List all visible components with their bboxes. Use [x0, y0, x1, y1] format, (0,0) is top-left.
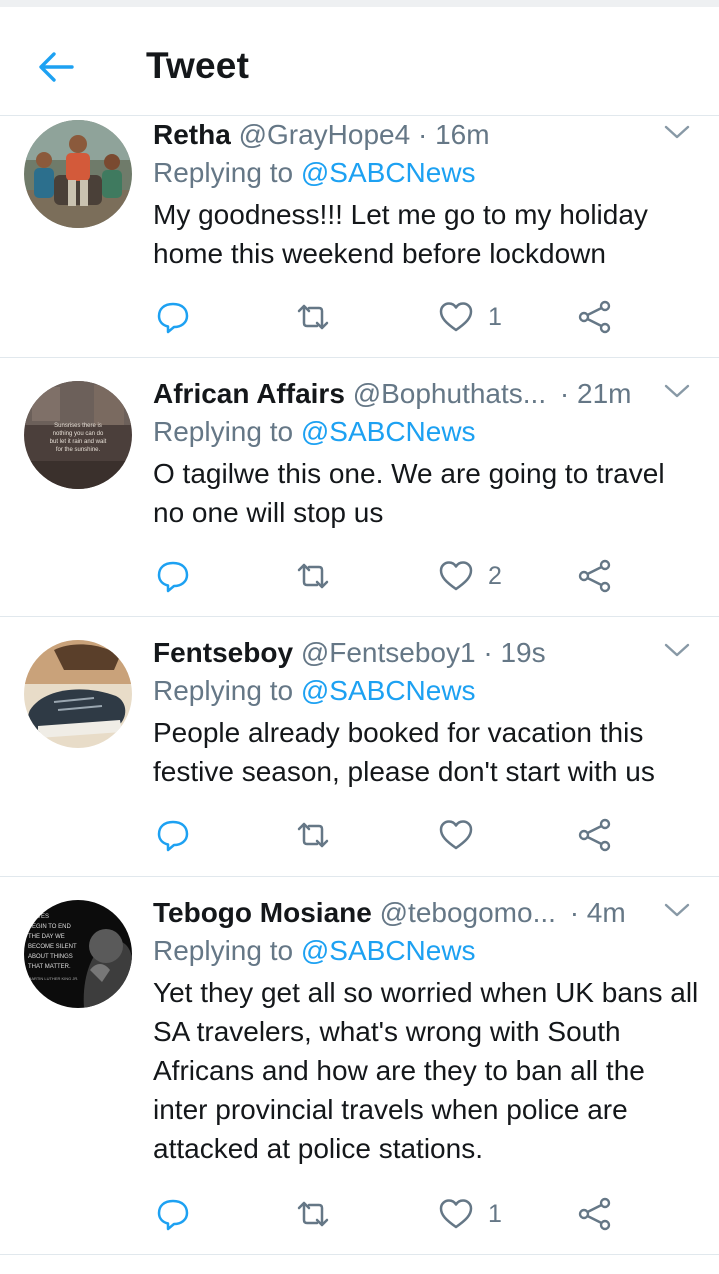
reply-icon: [157, 820, 189, 852]
reply-button[interactable]: [155, 556, 191, 596]
like-button[interactable]: [438, 815, 488, 855]
reply-button[interactable]: [155, 1194, 191, 1234]
tweet-text: O tagilwe this one. We are going to trav…: [153, 458, 665, 528]
avatar-quote-line: LIVES: [32, 914, 49, 920]
share-button[interactable]: [577, 815, 613, 855]
share-icon: [578, 1197, 611, 1231]
display-name[interactable]: Tebogo Mosiane: [153, 897, 372, 928]
mention-link[interactable]: @SABCNews: [301, 416, 476, 447]
share-button[interactable]: [577, 556, 613, 596]
timestamp: · 16m: [417, 119, 490, 150]
tweet-item[interactable]: LIVES BEGIN TO END THE DAY WE BECOME SIL…: [0, 876, 719, 1255]
display-name[interactable]: Retha: [153, 119, 231, 150]
mention-link[interactable]: @SABCNews: [301, 935, 476, 966]
tweet-item[interactable]: Retha @GrayHope4 · 16m Replying to @SABC…: [0, 116, 719, 358]
avatar-quote-line: BEGIN TO END: [28, 924, 71, 930]
tweet-text: Yet they get all so worried when UK bans…: [153, 977, 699, 1164]
replying-to: Replying to @SABCNews: [153, 413, 699, 451]
avatar-quote-line: BECOME SILENT: [28, 944, 77, 950]
avatar-quote-line: THAT MATTER.: [28, 964, 71, 970]
retweet-button[interactable]: [295, 556, 331, 596]
like-button[interactable]: 2: [438, 556, 502, 596]
avatar-quote-line: THE DAY WE: [28, 934, 65, 940]
avatar-quote-line: ABOUT THINGS: [28, 954, 73, 960]
avatar[interactable]: LIVES BEGIN TO END THE DAY WE BECOME SIL…: [24, 900, 132, 1008]
mention-link[interactable]: @SABCNews: [301, 675, 476, 706]
like-count: 1: [488, 1199, 502, 1228]
reply-button[interactable]: [155, 815, 191, 855]
avatar-quote-line: nothing you can do: [53, 431, 104, 437]
like-count: 2: [488, 561, 502, 590]
share-icon: [578, 818, 611, 852]
retweet-icon: [297, 304, 329, 330]
avatar-quote-line: but let it rain and wait: [50, 439, 107, 445]
tweet-actions: 1: [155, 1194, 625, 1234]
retweet-button[interactable]: [295, 297, 331, 337]
heart-icon: [439, 561, 473, 591]
chevron-down-icon[interactable]: [663, 900, 691, 920]
user-handle[interactable]: @Bophuthats...: [353, 378, 546, 409]
share-button[interactable]: [577, 1194, 613, 1234]
reply-icon: [157, 302, 189, 334]
retweet-icon: [297, 822, 329, 848]
avatar[interactable]: Sunsrises there is nothing you can do bu…: [24, 381, 132, 489]
tweet-header: Tebogo Mosiane @tebogomo... · 4m: [153, 894, 699, 932]
chevron-down-icon[interactable]: [663, 640, 691, 660]
chevron-down-icon[interactable]: [663, 381, 691, 401]
retweet-button[interactable]: [295, 1194, 331, 1234]
display-name[interactable]: African Affairs: [153, 378, 345, 409]
replying-to: Replying to @SABCNews: [153, 154, 699, 192]
share-button[interactable]: [577, 297, 613, 337]
avatar[interactable]: [24, 120, 132, 228]
like-button[interactable]: 1: [438, 1194, 502, 1234]
tweet-text: People already booked for vacation this …: [153, 717, 655, 787]
user-handle[interactable]: @GrayHope4: [239, 119, 411, 150]
reply-icon: [157, 561, 189, 593]
retweet-icon: [297, 1201, 329, 1227]
like-count: 1: [488, 302, 502, 331]
replying-to: Replying to @SABCNews: [153, 672, 699, 710]
replying-to-label: Replying to: [153, 675, 294, 706]
replying-to-label: Replying to: [153, 157, 294, 188]
like-button[interactable]: 1: [438, 297, 502, 337]
share-icon: [578, 559, 611, 593]
reply-icon: [157, 1199, 189, 1231]
tweet-header: Fentseboy @Fentseboy1 · 19s: [153, 634, 699, 672]
tweet-actions: 1: [155, 297, 625, 337]
avatar-quote-line: MARTIN LUTHER KING JR.: [28, 976, 78, 981]
tweet-text: My goodness!!! Let me go to my holiday h…: [153, 199, 648, 269]
tweet-item[interactable]: Fentseboy @Fentseboy1 · 19s Replying to …: [0, 616, 719, 877]
back-arrow-icon: [39, 52, 74, 82]
heart-icon: [439, 302, 473, 332]
top-app-bar: Tweet: [0, 7, 719, 116]
share-icon: [578, 300, 611, 334]
status-bar: [0, 0, 719, 7]
tweet-item[interactable]: Sunsrises there is nothing you can do bu…: [0, 357, 719, 617]
avatar-quote-line: for the sunshine.: [56, 447, 101, 453]
timestamp: · 4m: [569, 897, 626, 928]
chevron-down-icon[interactable]: [663, 122, 691, 142]
retweet-icon: [297, 563, 329, 589]
avatar[interactable]: [24, 640, 132, 748]
avatar-quote-line: Sunsrises there is: [54, 423, 102, 429]
tweet-actions: 2: [155, 556, 625, 596]
mention-link[interactable]: @SABCNews: [301, 157, 476, 188]
heart-icon: [439, 820, 473, 850]
timestamp: · 21m: [559, 378, 632, 409]
replying-to-label: Replying to: [153, 935, 294, 966]
user-handle[interactable]: @Fentseboy1: [301, 637, 476, 668]
timestamp: · 19s: [483, 637, 546, 668]
heart-icon: [439, 1199, 473, 1229]
reply-button[interactable]: [155, 297, 191, 337]
tweet-header: Retha @GrayHope4 · 16m: [153, 116, 699, 154]
display-name[interactable]: Fentseboy: [153, 637, 293, 668]
replying-to-label: Replying to: [153, 416, 294, 447]
tweet-header: African Affairs @Bophuthats... · 21m: [153, 375, 699, 413]
back-button[interactable]: [36, 47, 76, 87]
tweet-actions: [155, 815, 625, 855]
retweet-button[interactable]: [295, 815, 331, 855]
page-title: Tweet: [146, 45, 250, 86]
replying-to: Replying to @SABCNews: [153, 932, 699, 970]
user-handle[interactable]: @tebogomo...: [380, 897, 556, 928]
